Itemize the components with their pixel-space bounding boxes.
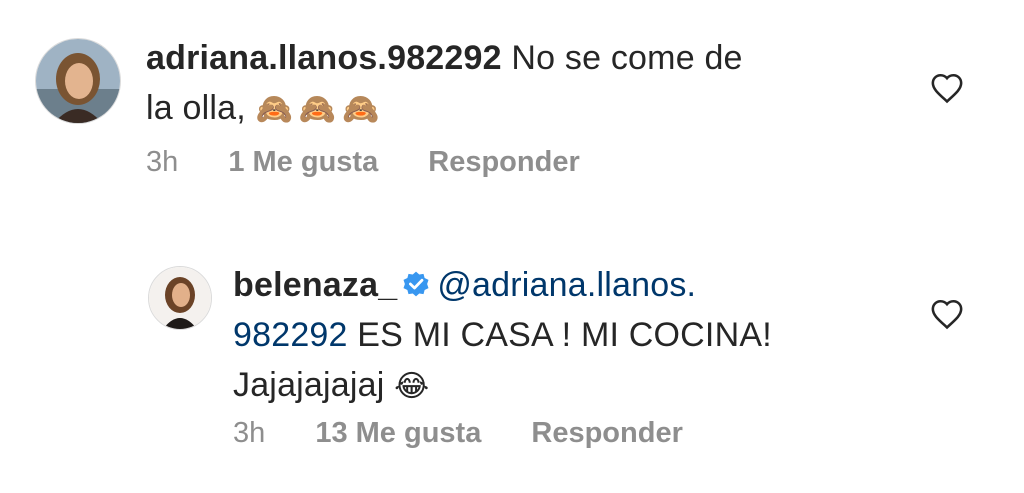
likes-count[interactable]: 1 Me gusta bbox=[228, 146, 378, 178]
comment-meta: 3h 1 Me gusta Responder bbox=[146, 146, 580, 179]
avatar-photo bbox=[149, 267, 211, 329]
comment-text: No se come de bbox=[501, 39, 743, 77]
mention-link[interactable]: @adriana.llanos. bbox=[437, 266, 696, 304]
comment-meta: 3h 13 Me gusta Responder bbox=[233, 417, 683, 450]
reply-button[interactable]: Responder bbox=[531, 417, 682, 449]
avatar[interactable] bbox=[35, 38, 121, 124]
avatar-photo bbox=[36, 39, 120, 123]
comment-text-line2: la olla, bbox=[146, 89, 246, 127]
reply-button[interactable]: Responder bbox=[428, 146, 579, 178]
heart-icon[interactable] bbox=[930, 72, 964, 104]
verified-badge-icon bbox=[403, 271, 429, 297]
comment-text-line3: Jajajajajaj bbox=[233, 366, 385, 404]
comment-time[interactable]: 3h bbox=[146, 146, 178, 178]
comment-username[interactable]: adriana.llanos.982292 bbox=[146, 39, 502, 77]
comment-time[interactable]: 3h bbox=[233, 417, 265, 449]
laughing-tears-emoji: 😂 bbox=[394, 370, 436, 403]
comment-body: belenaza_ @adriana.llanos. 982292 ES MI … bbox=[233, 260, 893, 412]
comment-text: ES MI CASA ! MI COCINA! bbox=[347, 316, 772, 354]
avatar[interactable] bbox=[148, 266, 212, 330]
likes-count[interactable]: 13 Me gusta bbox=[315, 417, 481, 449]
mention-link-cont[interactable]: 982292 bbox=[233, 316, 348, 354]
heart-icon[interactable] bbox=[930, 298, 964, 330]
comment-body: adriana.llanos.982292 No se come de la o… bbox=[146, 33, 886, 135]
see-no-evil-monkey-emoji: 🙈🙈🙈 bbox=[255, 93, 386, 126]
comment-username[interactable]: belenaza_ bbox=[233, 266, 397, 304]
